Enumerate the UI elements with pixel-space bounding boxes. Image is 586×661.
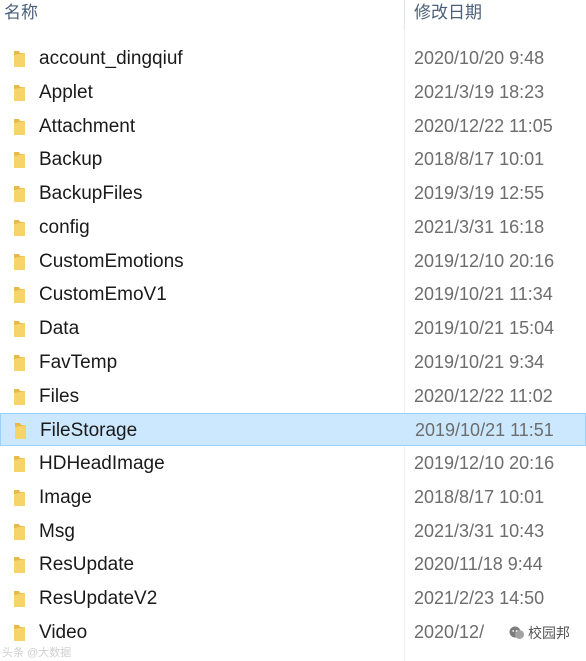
folder-row[interactable]: CustomEmotions 2019/12/10 20:16 [0, 245, 586, 278]
folder-row[interactable]: Video 2020/12/ [0, 616, 586, 649]
folder-icon [14, 557, 25, 574]
folder-modified-date: 2019/10/21 11:51 [415, 420, 554, 441]
wechat-logo-icon [509, 626, 524, 639]
folder-modified-date: 2020/10/20 9:48 [414, 48, 545, 68]
folder-modified-date: 2021/3/19 18:23 [414, 81, 545, 102]
folder-name: Data [39, 318, 80, 339]
folder-row[interactable]: Msg 2021/3/31 10:43 [0, 515, 586, 548]
watermark-text: 校园邦 [528, 625, 570, 641]
folder-name: ResUpdate [39, 554, 135, 576]
folder-modified-date: 2021/2/23 14:50 [414, 588, 545, 608]
folder-name: CustomEmoV1 [39, 284, 167, 306]
folder-modified-date: 2019/10/21 9:34 [414, 351, 545, 372]
folder-icon [14, 624, 25, 641]
folder-modified-date: 2019/12/10 20:16 [414, 250, 555, 271]
column-header: 名称 修改日期 [0, 0, 586, 30]
name-column-header[interactable]: 名称 [4, 0, 38, 30]
folder-name: Attachment [39, 115, 136, 137]
folder-icon [14, 118, 25, 135]
folder-icon [14, 388, 25, 405]
folder-modified-date: 2020/12/22 11:02 [414, 385, 553, 406]
folder-row[interactable]: ResUpdate 2020/11/18 9:44 [0, 548, 586, 581]
folder-modified-date: 2020/12/22 11:05 [414, 115, 553, 136]
folder-modified-date: 2019/10/21 11:34 [414, 284, 553, 305]
watermark-caption: 头条 @大数据 [2, 647, 72, 659]
folder-row[interactable]: Data 2019/10/21 15:04 [0, 312, 586, 345]
folder-name: BackupFiles [39, 183, 143, 204]
folder-row[interactable]: HDHeadImage 2019/12/10 20:16 [0, 447, 586, 480]
folder-name: ResUpdateV2 [39, 588, 158, 609]
folder-name: account_dingqiuf [39, 48, 183, 69]
watermark-badge: 校园邦 [504, 619, 580, 647]
folder-row[interactable]: CustomEmoV1 2019/10/21 11:34 [0, 278, 586, 311]
folder-modified-date: 2018/8/17 10:01 [414, 149, 545, 170]
folder-icon [14, 84, 25, 101]
folder-modified-date: 2020/11/18 9:44 [414, 554, 543, 575]
folder-row[interactable]: Attachment 2020/12/22 11:05 [0, 110, 586, 143]
folder-row[interactable]: Backup 2018/8/17 10:01 [0, 143, 586, 176]
folder-name: FileStorage [40, 420, 138, 442]
folder-row[interactable]: ResUpdateV2 2021/2/23 14:50 [0, 582, 586, 615]
folder-name: FavTemp [39, 351, 118, 373]
folder-row[interactable]: FileStorage 2019/10/21 11:51 [0, 413, 586, 447]
date-modified-column-header[interactable]: 修改日期 [414, 0, 482, 30]
folder-name: Backup [39, 149, 103, 171]
folder-modified-date: 2019/3/19 12:55 [414, 183, 545, 203]
folder-row[interactable]: config 2021/3/31 16:18 [0, 211, 586, 244]
folder-icon [14, 456, 25, 472]
folder-name: Msg [39, 520, 75, 542]
folder-icon [14, 523, 25, 540]
folder-row[interactable]: BackupFiles 2019/3/19 12:55 [0, 177, 586, 210]
folder-icon [14, 219, 25, 236]
folder-name: Applet [39, 81, 93, 103]
folder-icon [14, 186, 25, 202]
folder-name: Files [39, 385, 80, 407]
folder-row[interactable]: Files 2020/12/22 11:02 [0, 380, 586, 413]
folder-row[interactable]: FavTemp 2019/10/21 9:34 [0, 346, 586, 379]
folder-icon [14, 354, 25, 371]
folder-modified-date: 2018/8/17 10:01 [414, 486, 545, 507]
folder-row[interactable]: account_dingqiuf 2020/10/20 9:48 [0, 42, 586, 75]
folder-row[interactable]: Image 2018/8/17 10:01 [0, 481, 586, 514]
folder-row[interactable]: Applet 2021/3/19 18:23 [0, 76, 586, 109]
folder-modified-date: 2019/10/21 15:04 [414, 318, 555, 338]
column-divider[interactable] [404, 0, 405, 30]
folder-modified-date: 2021/3/31 16:18 [414, 216, 545, 237]
folder-name: CustomEmotions [39, 250, 184, 272]
folder-modified-date: 2021/3/31 10:43 [414, 520, 545, 541]
folder-name: config [39, 216, 90, 238]
folder-icon [14, 489, 25, 506]
folder-icon [14, 152, 25, 169]
folder-modified-date: 2020/12/ [414, 621, 485, 642]
folder-icon [14, 591, 25, 607]
folder-icon [14, 253, 25, 270]
folder-icon [14, 287, 25, 304]
folder-icon [14, 321, 25, 337]
folder-name: HDHeadImage [39, 453, 165, 474]
folder-modified-date: 2019/12/10 20:16 [414, 453, 555, 473]
folder-icon [15, 423, 26, 440]
folder-name: Image [39, 486, 92, 508]
folder-icon [14, 51, 25, 67]
